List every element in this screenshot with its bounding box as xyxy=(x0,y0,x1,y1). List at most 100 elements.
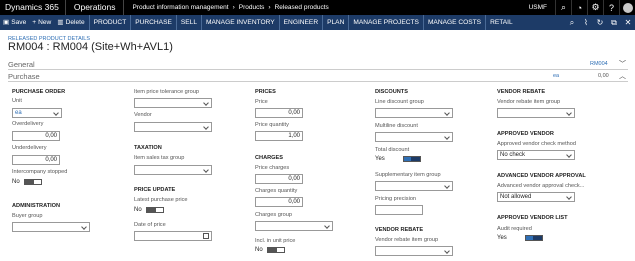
supplementary-field[interactable] xyxy=(375,181,453,191)
total-discount-value: Yes xyxy=(375,156,385,162)
vendor-rebate-right-field[interactable] xyxy=(497,108,575,118)
advanced-approval-check-field[interactable]: Not allowed xyxy=(497,192,575,202)
incl-unit-price-label: Incl. in unit price xyxy=(255,238,296,244)
overdelivery-field[interactable]: 0,00 xyxy=(12,131,60,141)
action-pane: ▣ Save + New ▥ Delete PRODUCT PURCHASE SELL… xyxy=(0,15,635,30)
plus-icon: + xyxy=(32,19,37,26)
item-sales-tax-label: Item sales tax group xyxy=(134,155,185,161)
save-button[interactable]: ▣ Save xyxy=(0,15,29,30)
breadcrumb-item-products[interactable]: Products xyxy=(239,4,265,11)
toggle-switch[interactable] xyxy=(524,235,543,241)
help-icon[interactable]: ? xyxy=(603,0,619,15)
app-name[interactable]: Dynamics 365 xyxy=(0,0,66,15)
notification-icon[interactable]: ◔ xyxy=(571,0,587,15)
group-vendor-rebate-right: VENDOR REBATE xyxy=(497,89,546,95)
intercompany-toggle[interactable]: No xyxy=(12,179,42,185)
vendor-rebate-group-field[interactable] xyxy=(375,246,453,256)
price-field[interactable]: 0,00 xyxy=(255,108,303,118)
divider xyxy=(88,15,90,30)
breadcrumb-item-released[interactable]: Released products xyxy=(275,4,329,11)
tab-product[interactable]: PRODUCT xyxy=(91,15,130,30)
tab-engineer[interactable]: ENGINEER xyxy=(281,15,321,30)
fasttab-purchase[interactable]: Purchase ea 0,00 ︿ xyxy=(8,71,628,82)
delete-button[interactable]: ▥ Delete xyxy=(54,15,87,30)
close-icon[interactable]: ✕ xyxy=(621,18,635,27)
toggle-switch[interactable] xyxy=(23,179,42,185)
divider xyxy=(485,15,487,30)
unit-label: Unit xyxy=(12,98,22,104)
latest-price-toggle[interactable]: No xyxy=(134,207,164,213)
charges-group-label: Charges group xyxy=(255,212,293,218)
divider xyxy=(422,15,424,30)
incl-unit-price-toggle[interactable]: No xyxy=(255,247,285,253)
fasttab-purchase-label: Purchase xyxy=(8,71,40,81)
chevron-up-icon[interactable]: ︿ xyxy=(619,71,626,81)
calendar-icon[interactable] xyxy=(203,233,209,239)
module-name[interactable]: Operations xyxy=(66,0,125,15)
popout-icon[interactable]: ⧉ xyxy=(607,18,621,28)
toggle-switch[interactable] xyxy=(402,156,421,162)
tab-manage-inventory[interactable]: MANAGE INVENTORY xyxy=(203,15,278,30)
tab-purchase[interactable]: PURCHASE xyxy=(132,15,175,30)
approved-vendor-method-field[interactable]: No check xyxy=(497,150,575,160)
buyer-group-label: Buyer group xyxy=(12,213,43,219)
date-of-price-field[interactable] xyxy=(134,231,212,241)
line-discount-field[interactable] xyxy=(375,108,453,118)
supplementary-label: Supplementary item group xyxy=(375,172,441,178)
new-button[interactable]: + New xyxy=(29,15,54,30)
item-sales-tax-field[interactable] xyxy=(134,165,212,175)
tab-manage-costs[interactable]: MANAGE COSTS xyxy=(425,15,484,30)
multiline-discount-field[interactable] xyxy=(375,132,453,142)
vendor-rebate-group-label: Vendor rebate item group xyxy=(375,237,439,243)
item-price-tolerance-field[interactable] xyxy=(134,98,212,108)
new-label: New xyxy=(38,19,52,26)
breadcrumb-separator-icon: › xyxy=(232,4,235,11)
charges-group-field[interactable] xyxy=(255,221,333,231)
buyer-group-field[interactable] xyxy=(12,222,90,232)
vendor-field[interactable] xyxy=(134,122,212,132)
company-picker[interactable]: USMF xyxy=(521,0,555,15)
save-label: Save xyxy=(11,19,27,26)
breadcrumb: Product information management › Product… xyxy=(124,4,328,11)
price-charges-field[interactable]: 0,00 xyxy=(255,174,303,184)
tab-manage-projects[interactable]: MANAGE PROJECTS xyxy=(350,15,422,30)
breadcrumb-separator-icon: › xyxy=(268,4,271,11)
pricing-precision-field[interactable] xyxy=(375,205,423,215)
intercompany-value: No xyxy=(12,179,20,185)
breadcrumb-item-pim[interactable]: Product information management xyxy=(132,4,228,11)
underdelivery-field[interactable]: 0,00 xyxy=(12,155,60,165)
price-label: Price xyxy=(255,99,268,105)
group-vendor-rebate: VENDOR REBATE xyxy=(375,227,424,233)
audit-required-label: Audit required xyxy=(497,226,532,232)
page-title: RM004 : RM004 (Site+Wh+AVL1) xyxy=(8,41,173,53)
refresh-icon[interactable]: ↻ xyxy=(593,18,607,27)
total-discount-label: Total discount xyxy=(375,147,410,153)
fasttab-purchase-summary-unit: ea xyxy=(553,73,560,79)
paperclip-icon[interactable]: ⌇ xyxy=(579,18,593,27)
tab-retail[interactable]: RETAIL xyxy=(487,15,516,30)
toggle-switch[interactable] xyxy=(266,247,285,253)
avatar[interactable] xyxy=(619,0,635,15)
tab-plan[interactable]: PLAN xyxy=(324,15,347,30)
delete-label: Delete xyxy=(65,19,85,26)
fasttab-general[interactable]: General RM004 ﹀ xyxy=(8,59,628,70)
line-discount-label: Line discount group xyxy=(375,99,424,105)
search-icon[interactable]: ⌕ xyxy=(555,0,571,15)
group-prices: PRICES xyxy=(255,89,276,95)
audit-required-toggle[interactable]: Yes xyxy=(497,235,543,241)
unit-field[interactable]: ea xyxy=(12,108,62,118)
total-discount-toggle[interactable]: Yes xyxy=(375,156,421,162)
group-advanced-vendor-approval: ADVANCED VENDOR APPROVAL xyxy=(497,173,586,179)
latest-price-label: Latest purchase price xyxy=(134,197,188,203)
price-quantity-label: Price quantity xyxy=(255,122,289,128)
tab-sell[interactable]: SELL xyxy=(178,15,200,30)
chevron-down-icon[interactable]: ﹀ xyxy=(619,59,626,69)
charges-quantity-field[interactable]: 0,00 xyxy=(255,197,303,207)
group-taxation: TAXATION xyxy=(134,145,162,151)
settings-icon[interactable]: ⚙ xyxy=(587,0,603,15)
underdelivery-label: Underdelivery xyxy=(12,145,47,151)
toggle-switch[interactable] xyxy=(145,207,164,213)
price-quantity-field[interactable]: 1,00 xyxy=(255,131,303,141)
search-icon[interactable]: ⌕ xyxy=(565,18,579,28)
action-tail: ⌕ ⌇ ↻ ⧉ ✕ xyxy=(565,15,635,30)
